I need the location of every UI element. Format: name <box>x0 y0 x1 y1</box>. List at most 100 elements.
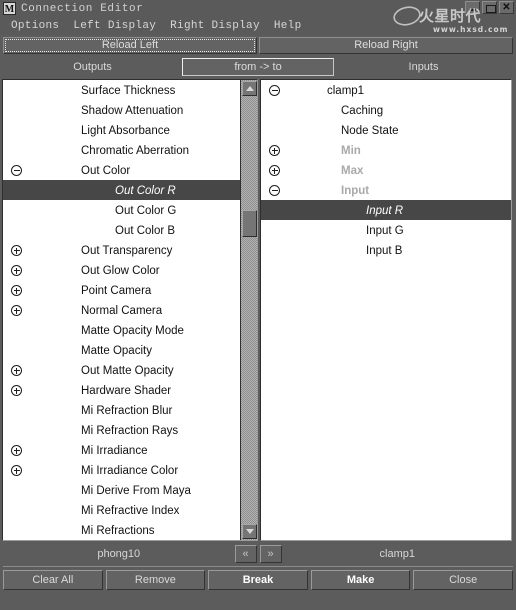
outputs-vertical-scrollbar[interactable] <box>240 80 257 540</box>
nav-buttons: « » <box>234 545 282 563</box>
menu-help[interactable]: Help <box>267 20 309 32</box>
next-button[interactable]: » <box>259 545 282 563</box>
expand-plus-icon[interactable] <box>11 265 22 276</box>
maximize-button[interactable] <box>482 1 497 14</box>
remove-button[interactable]: Remove <box>105 570 206 590</box>
scroll-up-arrow-icon[interactable] <box>242 81 257 96</box>
clear-all-button[interactable]: Clear All <box>3 570 103 590</box>
tree-row[interactable]: Mi Irradiance Color <box>3 460 241 480</box>
collapse-minus-icon[interactable] <box>269 185 280 196</box>
tree-row-label: Hardware Shader <box>81 385 172 397</box>
collapse-minus-icon[interactable] <box>269 85 280 96</box>
tree-row[interactable]: Mi Refraction Blur <box>3 400 241 420</box>
outputs-tree-panel[interactable]: Surface Thickness Shadow Attenuation Light… <box>2 79 258 541</box>
expand-plus-icon[interactable] <box>269 145 280 156</box>
tree-row[interactable]: Mi Refractive Index <box>3 500 241 520</box>
tree-row[interactable]: Point Camera <box>3 280 241 300</box>
expand-plus-icon[interactable] <box>11 385 22 396</box>
tree-row-label: clamp1 <box>327 85 365 97</box>
window-title: Connection Editor <box>21 2 144 15</box>
tree-row[interactable]: Out Color R <box>3 180 241 200</box>
menu-right-display[interactable]: Right Display <box>163 20 267 32</box>
from-to-field[interactable]: from -> to <box>182 58 334 76</box>
expand-plus-icon[interactable] <box>11 285 22 296</box>
menu-options[interactable]: Options <box>4 20 66 32</box>
make-button[interactable]: Make <box>310 570 411 590</box>
minimize-button[interactable] <box>465 1 480 14</box>
tree-row[interactable]: Out Matte Opacity <box>3 360 241 380</box>
tree-row[interactable]: Mi Irradiance <box>3 440 241 460</box>
expand-plus-icon[interactable] <box>11 465 22 476</box>
tree-row-label: Out Color <box>81 165 131 177</box>
close-button[interactable]: Close <box>413 570 513 590</box>
reload-row: Reload Left Reload Right <box>0 35 516 54</box>
tree-row[interactable]: Matte Opacity <box>3 340 241 360</box>
scrollbar-thumb[interactable] <box>242 210 257 237</box>
tree-row[interactable]: Mi Refraction Rays <box>3 420 241 440</box>
tree-row-label: Out Transparency <box>81 245 173 257</box>
menu-left-display[interactable]: Left Display <box>66 20 163 32</box>
tree-row[interactable]: Matte Opacity Mode <box>3 320 241 340</box>
tree-row[interactable]: Input <box>261 180 511 200</box>
tree-row[interactable]: Out Color <box>3 160 241 180</box>
tree-row[interactable]: Out Color G <box>3 200 241 220</box>
tree-row-label: Input R <box>366 205 404 217</box>
right-node-name: clamp1 <box>379 548 415 560</box>
tree-row-label: Out Color R <box>115 185 176 197</box>
tree-row[interactable]: Input G <box>261 220 511 240</box>
tree-row[interactable]: Chromatic Aberration <box>3 140 241 160</box>
tree-row-label: Out Color B <box>115 225 176 237</box>
scroll-down-arrow-icon[interactable] <box>242 524 257 539</box>
inputs-column-label: Inputs <box>408 61 439 73</box>
close-window-button[interactable]: ✕ <box>499 1 514 14</box>
left-node-name: phong10 <box>97 548 141 560</box>
tree-row-label: Min <box>341 145 361 157</box>
tree-row-label: Matte Opacity Mode <box>81 325 184 337</box>
tree-row[interactable]: Out Glow Color <box>3 260 241 280</box>
tree-row[interactable]: Shadow Attenuation <box>3 100 241 120</box>
break-button[interactable]: Break <box>208 570 308 590</box>
inputs-tree-list: clamp1 Caching Node State Min Max Input Input … <box>261 80 511 260</box>
panels-container: Surface Thickness Shadow Attenuation Light… <box>2 79 514 541</box>
tree-row-label: Input <box>341 185 370 197</box>
expand-plus-icon[interactable] <box>11 245 22 256</box>
columns-header-row: Outputs from -> to Inputs <box>0 56 516 78</box>
expand-plus-icon[interactable] <box>11 445 22 456</box>
outputs-tree-list: Surface Thickness Shadow Attenuation Light… <box>3 80 241 540</box>
tree-row-label: Light Absorbance <box>81 125 170 137</box>
tree-row[interactable]: Min <box>261 140 511 160</box>
tree-row[interactable]: Mi Derive From Maya <box>3 480 241 500</box>
action-buttons-row: Clear All Remove Break Make Close <box>0 567 516 590</box>
title-bar: M Connection Editor ✕ <box>0 0 516 17</box>
reload-left-button[interactable]: Reload Left <box>3 37 257 54</box>
expand-plus-icon[interactable] <box>269 165 280 176</box>
tree-row[interactable]: Max <box>261 160 511 180</box>
tree-row-label: Out Matte Opacity <box>81 365 174 377</box>
tree-row-label: Mi Irradiance Color <box>81 465 179 477</box>
tree-row-label: Matte Opacity <box>81 345 152 357</box>
maya-m-icon: M <box>3 2 16 15</box>
tree-row[interactable]: Out Color B <box>3 220 241 240</box>
prev-button[interactable]: « <box>234 545 257 563</box>
tree-row[interactable]: Out Transparency <box>3 240 241 260</box>
tree-row[interactable]: clamp1 <box>261 80 511 100</box>
tree-row-label: Mi Irradiance <box>81 445 148 457</box>
menu-bar: Options Left Display Right Display Help <box>0 17 516 35</box>
tree-row[interactable]: Mi Refractions <box>3 520 241 540</box>
tree-row[interactable]: Hardware Shader <box>3 380 241 400</box>
tree-row-label: Max <box>341 165 364 177</box>
expand-plus-icon[interactable] <box>11 365 22 376</box>
expand-plus-icon[interactable] <box>11 305 22 316</box>
collapse-minus-icon[interactable] <box>11 165 22 176</box>
inputs-tree-panel[interactable]: clamp1 Caching Node State Min Max Input Input … <box>260 79 512 541</box>
tree-row[interactable]: Light Absorbance <box>3 120 241 140</box>
tree-row[interactable]: Node State <box>261 120 511 140</box>
tree-row[interactable]: Caching <box>261 100 511 120</box>
tree-row[interactable]: Input B <box>261 240 511 260</box>
tree-row[interactable]: Normal Camera <box>3 300 241 320</box>
tree-row[interactable]: Input R <box>261 200 511 220</box>
tree-row[interactable]: Surface Thickness <box>3 80 241 100</box>
tree-row-label: Normal Camera <box>81 305 163 317</box>
reload-right-button[interactable]: Reload Right <box>259 37 513 54</box>
tree-row-label: Input G <box>366 225 404 237</box>
